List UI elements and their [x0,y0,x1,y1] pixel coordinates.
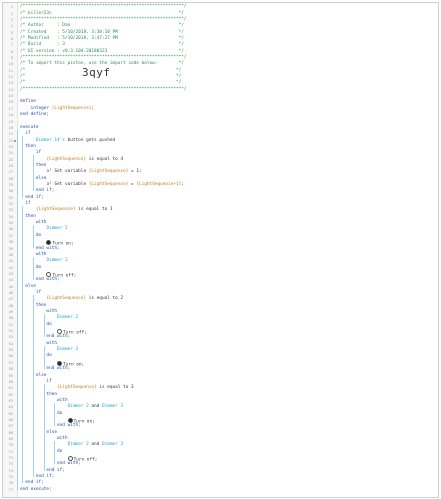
block-guide [32,225,34,249]
code-line[interactable]: end if; [20,474,55,479]
code-line[interactable]: Dimmer 2 and Dimmer 3 [20,443,124,447]
block-guide [32,256,34,281]
code-line[interactable]: end with; [20,424,81,428]
block-guide [43,383,45,471]
code-line[interactable]: /***************************************… [20,87,187,92]
code-line[interactable]: end if; [20,468,65,473]
power-on-icon [46,240,52,246]
code-line[interactable]: {LightSequence} is equal to 4 [20,157,123,162]
variable-icon: a² [46,182,52,187]
variable-icon: a² [46,169,52,175]
block-guide [43,314,45,338]
code-line[interactable]: a² Set variable {LightSequence} = 1; [20,169,141,175]
code-line[interactable]: /* Build : 3 */ [20,43,184,47]
code-line[interactable]: end if; [20,195,44,200]
code-line[interactable]: end with; [20,366,70,371]
code-line[interactable]: with [20,341,57,346]
import-code: 3qyf [82,66,111,80]
code-line[interactable]: do [20,322,51,327]
block-guide [43,345,45,370]
code-line[interactable]: end if; [20,189,55,193]
code-line[interactable]: /* UI version : v0.3.104.20180323 */ [20,49,184,54]
code-line[interactable]: Dimmer 14's button gets pushed [20,138,115,143]
code-line[interactable]: /***************************************… [20,4,187,9]
code-line[interactable]: end with; [20,278,60,282]
block-guide [22,136,24,198]
code-line[interactable]: define [20,100,36,104]
code-line[interactable]: end with; [20,335,70,339]
code-line[interactable]: end with; [20,246,60,251]
code-line[interactable]: {LightSequence} is equal to 3 [20,385,134,390]
code-line[interactable]: Dimmer 2 [20,316,78,320]
code-line[interactable]: /* killer23c */ [20,11,184,16]
code-line[interactable]: end with; [20,462,81,466]
code-line[interactable]: do [20,449,62,454]
code-line[interactable]: do [20,411,62,416]
code-line[interactable]: {LightSequence} is equal to 2 [20,297,123,301]
code-line[interactable]: /* Modified : 5/10/2018, 3:47:27 PM */ [20,36,184,41]
code-line[interactable]: integer (LightSequence); [20,106,94,111]
code-line[interactable]: execute [20,125,39,130]
code-line[interactable]: /* Author : Dan */ [20,24,184,28]
code-line[interactable]: /* */ [20,81,181,85]
code-line[interactable]: Dimmer 2 and Dimmer 3 [20,405,124,409]
code-line[interactable]: /* Created : 5/10/2018, 3:38:18 PM */ [20,30,184,35]
code-line[interactable]: end define; [20,112,49,117]
code-line[interactable]: a² Set variable {LightSequence} = {Light… [20,182,184,187]
code-line[interactable]: /***************************************… [20,55,187,60]
code-line[interactable]: do [20,354,51,358]
code-line[interactable]: /***************************************… [20,17,187,22]
block-guide [32,155,34,192]
code-line[interactable]: if [20,379,51,384]
block-guide [54,441,56,465]
code-line[interactable]: then [20,392,57,397]
code-area[interactable]: /***************************************… [3,3,438,497]
code-line[interactable]: with [20,309,57,314]
block-guide [32,294,34,478]
block-guide [22,206,24,484]
code-line[interactable]: else [20,430,57,435]
block-guide [17,129,18,490]
block-guide [54,402,56,427]
code-line[interactable]: end if; [20,481,44,485]
code-line[interactable]: Dimmer 3 [20,347,78,352]
code-line[interactable]: Dimmer 2 [20,227,67,231]
code-line[interactable]: end execute; [20,487,52,492]
code-editor[interactable]: 1 2 3 4 5 6 7 8 9 10 11 12 13 14 15 16 17 18 19 20 21 22 23 24 2… [2,2,439,498]
code-line[interactable]: {LightSequence} is equal to 1 [20,208,113,212]
code-line[interactable]: Dimmer 3 [20,258,67,263]
